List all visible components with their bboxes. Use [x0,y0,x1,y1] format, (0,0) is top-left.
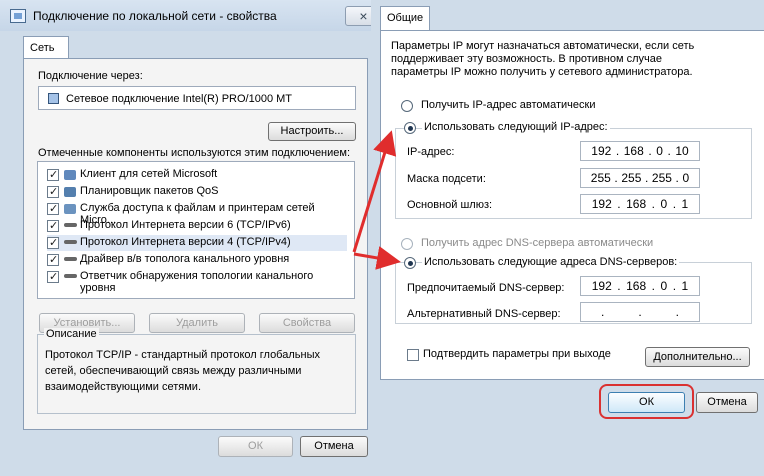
component-checkbox[interactable] [47,202,59,215]
gateway-octet-4: 1 [681,197,689,211]
manual-dns-label: Использовать следующие адреса DNS-сервер… [422,256,680,268]
right-cancel-button[interactable]: Отмена [696,392,758,413]
dns-octet-1: 192 [591,279,612,293]
description-label: Описание [44,328,99,340]
components-label: Отмеченные компоненты используются этим … [38,147,351,159]
component-item-ipv6[interactable]: Протокол Интернета версии 6 (TCP/IPv6) [47,218,347,234]
ip-octet-1: 192 [591,144,612,158]
validate-checkbox[interactable] [407,349,419,361]
component-item-file-sharing[interactable]: Служба доступа к файлам и принтерам сете… [47,201,347,226]
component-checkbox[interactable] [47,270,59,283]
advanced-button[interactable]: Дополнительно... [645,347,750,367]
properties-button[interactable]: Свойства [259,313,355,333]
right-ok-button[interactable]: ОК [608,392,685,413]
ip-octet-3: 0 [656,144,663,158]
auto-dns-label: Получить адрес DNS-сервера автоматически [421,237,654,249]
mask-octet-4: 0 [682,171,690,185]
left-ok-button[interactable]: ОК [218,436,293,457]
ip-address-label: IP-адрес: [407,146,455,158]
subnet-mask-field[interactable]: 255. 255. 255. 0 [580,168,700,188]
component-label: Протокол Интернета версии 4 (TCP/IPv4) [80,236,291,248]
preferred-dns-field[interactable]: 192. 168. 0. 1 [580,276,700,296]
components-list-items: Клиент для сетей Microsoft Планировщик п… [47,167,350,294]
component-item-ipv4[interactable]: Протокол Интернета версии 4 (TCP/IPv4) [47,235,347,251]
configure-button[interactable]: Настроить... [268,122,356,141]
qos-icon [64,187,76,197]
auto-dns-radio[interactable] [401,238,413,250]
component-item-topology-responder[interactable]: Ответчик обнаружения топологии канальног… [47,269,347,294]
file-sharing-icon [64,204,76,214]
protocol-icon [64,257,77,261]
tab-general[interactable]: Общие [380,6,430,30]
component-label: Клиент для сетей Microsoft [80,168,218,180]
component-checkbox[interactable] [47,253,59,266]
mask-octet-1: 255 [590,171,611,185]
protocol-icon [64,223,77,227]
ip-info-text: Параметры IP могут назначаться автоматич… [391,40,695,78]
manual-ip-label: Использовать следующий IP-адрес: [422,121,610,133]
manual-dns-radio[interactable] [404,257,416,269]
dns-octet-3: 0 [660,279,668,293]
component-checkbox[interactable] [47,219,59,232]
gateway-octet-1: 192 [591,197,612,211]
ip-address-field[interactable]: 192. 168. 0. 10 [580,141,700,161]
network-adapter-icon [48,93,59,104]
dns-octet-2: 168 [626,279,647,293]
component-checkbox[interactable] [47,168,59,181]
protocol-icon [64,240,77,244]
component-item-microsoft-client[interactable]: Клиент для сетей Microsoft [47,167,347,183]
protocol-icon [64,274,77,278]
manual-ip-radio[interactable] [404,122,416,134]
alternate-dns-label: Альтернативный DNS-сервер: [407,308,561,320]
description-text: Протокол TCP/IP - стандартный протокол г… [45,349,320,393]
remove-button[interactable]: Удалить [149,313,245,333]
mask-octet-3: 255 [651,171,672,185]
auto-ip-radio[interactable] [401,100,413,112]
validate-label: Подтвердить параметры при выходе [423,348,611,360]
left-window-title: Подключение по локальной сети - свойства [33,9,277,23]
component-label: Драйвер в/в тополога канального уровня [80,253,290,265]
component-label: Ответчик обнаружения топологии канальног… [80,270,314,294]
client-icon [64,170,76,180]
dns-octet-4: 1 [681,279,689,293]
preferred-dns-label: Предпочитаемый DNS-сервер: [407,282,565,294]
gateway-octet-2: 168 [626,197,647,211]
component-item-link-layer-driver[interactable]: Драйвер в/в тополога канального уровня [47,252,347,268]
left-cancel-button[interactable]: Отмена [300,436,368,457]
auto-ip-label: Получить IP-адрес автоматически [421,99,596,111]
alternate-dns-field[interactable]: ... [580,302,700,322]
component-item-qos[interactable]: Планировщик пакетов QoS [47,184,347,200]
tab-network[interactable]: Сеть [23,36,69,59]
gateway-field[interactable]: 192. 168. 0. 1 [580,194,700,214]
subnet-mask-label: Маска подсети: [407,173,486,185]
gateway-octet-3: 0 [660,197,668,211]
component-checkbox[interactable] [47,185,59,198]
ip-octet-2: 168 [623,144,644,158]
ip-octet-4: 10 [675,144,689,158]
connect-via-label: Подключение через: [38,70,143,82]
component-checkbox[interactable] [47,236,59,249]
component-label: Протокол Интернета версии 6 (TCP/IPv6) [80,219,291,231]
gateway-label: Основной шлюз: [407,199,493,211]
network-window-icon [10,9,26,23]
adapter-name: Сетевое подключение Intel(R) PRO/1000 MT [66,93,293,105]
mask-octet-2: 255 [621,171,642,185]
component-label: Планировщик пакетов QoS [80,185,219,197]
